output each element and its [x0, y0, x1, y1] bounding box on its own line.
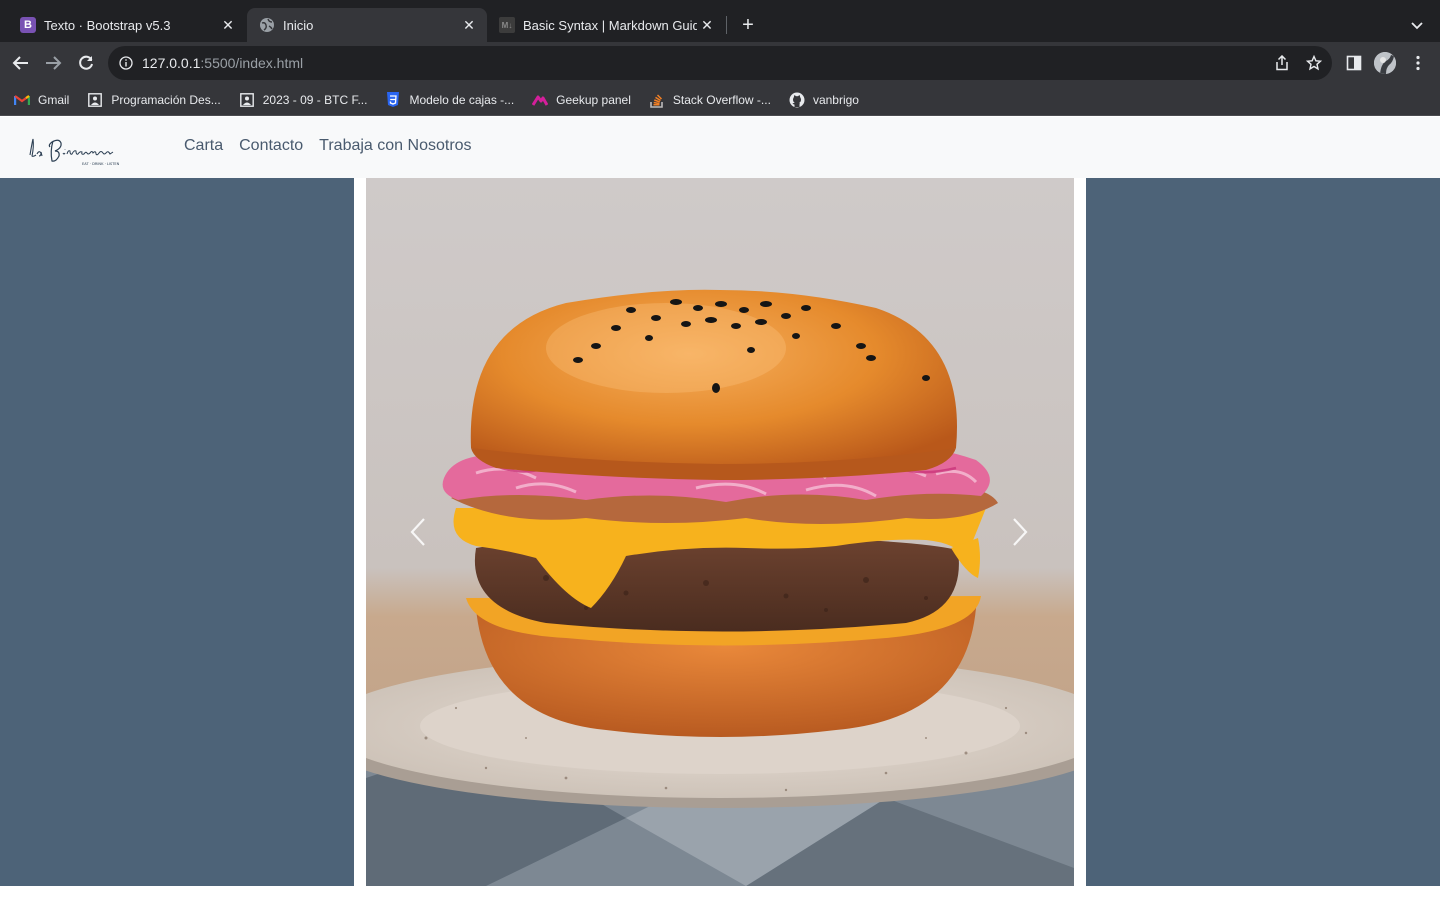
close-icon[interactable]: ✕	[459, 15, 479, 35]
bookmark-label: Geekup panel	[556, 92, 631, 107]
carousel-next-button[interactable]	[1000, 508, 1040, 556]
carousel-side-panel-right	[1086, 178, 1440, 886]
carousel-prev-button[interactable]	[398, 508, 438, 556]
chevron-right-icon	[1013, 518, 1028, 546]
logo-tagline: EAT · DRINK · LISTEN	[82, 162, 120, 166]
stackoverflow-icon	[649, 92, 665, 108]
bootstrap-icon: B	[20, 17, 36, 33]
bookmark-label: Modelo de cajas -...	[409, 92, 515, 107]
bookmark-label: Stack Overflow -...	[672, 92, 771, 107]
globe-icon	[259, 17, 275, 33]
more-vert-icon[interactable]	[1408, 53, 1428, 73]
tab-inicio[interactable]: Inicio ✕	[247, 8, 487, 42]
tab-title: Inicio	[283, 17, 314, 33]
address-bar[interactable]: 127.0.0.1:5500/index.html	[108, 46, 1332, 80]
share-icon[interactable]	[1272, 53, 1292, 73]
new-tab-button[interactable]: +	[736, 13, 760, 37]
side-panel-icon[interactable]	[1344, 53, 1364, 73]
carousel-slide-burger-image	[366, 178, 1074, 886]
bookmark-label: vanbrigo	[812, 92, 859, 107]
tab-bootstrap[interactable]: B Texto · Bootstrap v5.3 ✕	[8, 8, 246, 42]
close-icon[interactable]: ✕	[697, 15, 717, 35]
bookmark-stackoverflow[interactable]: Stack Overflow -...	[649, 86, 779, 114]
tab-title: Basic Syntax | Markdown Guide	[523, 17, 697, 33]
browser-tab-strip: B Texto · Bootstrap v5.3 ✕ Inicio ✕ M↓ B…	[0, 0, 1440, 42]
bookmark-gmail[interactable]: Gmail	[14, 86, 77, 114]
tab-markdown[interactable]: M↓ Basic Syntax | Markdown Guide ✕	[487, 8, 725, 42]
markdown-icon: M↓	[499, 17, 515, 33]
css3-icon	[385, 91, 401, 108]
star-icon[interactable]	[1304, 53, 1324, 73]
bookmark-modelo-cajas[interactable]: Modelo de cajas -...	[385, 86, 522, 114]
bookmark-vanbrigo[interactable]: vanbrigo	[789, 86, 867, 114]
tab-title: Texto · Bootstrap v5.3	[44, 17, 171, 33]
gmail-icon	[14, 92, 30, 108]
carousel-side-panel-left	[0, 178, 354, 886]
browser-toolbar: 127.0.0.1:5500/index.html	[0, 42, 1440, 84]
back-arrow-icon[interactable]	[9, 51, 33, 75]
chevron-down-icon[interactable]	[1406, 14, 1428, 36]
bookmark-btc[interactable]: 2023 - 09 - BTC F...	[239, 86, 376, 114]
nav-link-carta[interactable]: Carta	[184, 137, 223, 155]
bookmark-geekup[interactable]: Geekup panel	[532, 86, 639, 114]
github-icon	[789, 92, 805, 108]
info-icon[interactable]	[118, 55, 134, 71]
reload-icon[interactable]	[74, 51, 98, 75]
brand-logo[interactable]: EAT · DRINK · LISTEN	[26, 129, 130, 169]
url-path: :5500/index.html	[200, 55, 304, 71]
url-host: 127.0.0.1	[142, 55, 201, 71]
carousel	[0, 178, 1440, 886]
chevron-left-icon	[410, 518, 425, 546]
page-bottom-spacer	[0, 886, 1440, 900]
site-navbar: EAT · DRINK · LISTEN Carta Contacto Trab…	[0, 117, 1440, 178]
nav-links: Carta Contacto Trabaja con Nosotros	[184, 137, 472, 155]
bookmark-label: Gmail	[38, 92, 70, 107]
page-icon	[239, 92, 255, 108]
bookmark-label: Programación Des...	[111, 92, 221, 107]
bookmark-label: 2023 - 09 - BTC F...	[262, 92, 368, 107]
nav-link-contacto[interactable]: Contacto	[239, 137, 303, 155]
page-icon	[87, 92, 103, 108]
bookmark-programacion[interactable]: Programación Des...	[87, 86, 228, 114]
url-text: 127.0.0.1:5500/index.html	[142, 55, 303, 71]
forward-arrow-icon[interactable]	[41, 51, 65, 75]
bookmarks-bar: Gmail Programación Des... 2023 - 09 - BT…	[0, 84, 1440, 116]
geekup-icon	[532, 92, 549, 108]
nav-link-trabaja[interactable]: Trabaja con Nosotros	[319, 137, 471, 155]
profile-avatar[interactable]	[1374, 52, 1396, 74]
close-icon[interactable]: ✕	[218, 15, 238, 35]
tab-separator	[726, 16, 727, 34]
